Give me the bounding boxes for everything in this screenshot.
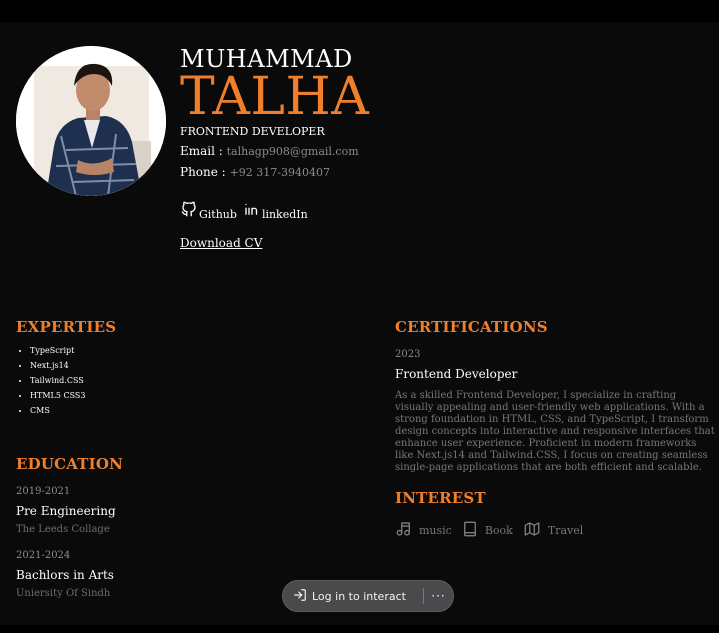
email-row: Email : talhagp908@gmail.com (180, 144, 359, 158)
login-icon (293, 588, 312, 605)
social-links: Github linkedIn (180, 200, 308, 221)
skills-list: TypeScript Next.js14 Tailwind.CSS HTML5 … (16, 345, 85, 420)
skill-item: Tailwind.CSS (30, 375, 85, 390)
education-degree: Pre Engineering (16, 504, 116, 518)
interest-label: Book (484, 524, 513, 537)
education-school: Uniersity Of Sindh (16, 588, 111, 599)
github-icon (180, 200, 199, 221)
book-icon (461, 520, 485, 541)
skill-item: CMS (30, 405, 85, 420)
phone-row: Phone : +92 317-3940407 (180, 165, 330, 179)
education-years: 2019-2021 (16, 486, 71, 497)
last-name: TALHA (180, 67, 370, 127)
skill-item: Next.js14 (30, 360, 85, 375)
interest-heading: INTEREST (395, 489, 486, 507)
certification-description: As a skilled Frontend Developer, I speci… (395, 390, 715, 473)
interest-label: music (419, 524, 452, 537)
phone-label: Phone : (180, 165, 230, 179)
interest-item-music: music (395, 520, 452, 541)
music-icon (395, 520, 419, 541)
skill-item: TypeScript (30, 345, 85, 360)
email-value[interactable]: talhagp908@gmail.com (227, 145, 359, 158)
phone-value: +92 317-3940407 (229, 166, 330, 179)
profile-photo (16, 46, 166, 196)
education-school: The Leeds Collage (16, 524, 110, 535)
resume-page: MUHAMMAD TALHA FRONTEND DEVELOPER Email … (0, 0, 719, 633)
education-heading: EDUCATION (16, 455, 124, 473)
expertise-heading: EXPERTIES (16, 318, 117, 336)
interest-item-book: Book (461, 520, 513, 541)
login-overlay-pill: Log in to interact ··· (282, 580, 454, 612)
linkedin-icon (243, 200, 262, 221)
map-icon (522, 520, 548, 541)
education-years: 2021-2024 (16, 550, 71, 561)
interest-list: music Book Travel (395, 520, 592, 541)
certification-name: Frontend Developer (395, 367, 518, 381)
certifications-heading: CERTIFICATIONS (395, 318, 548, 336)
skill-item: HTML5 CSS3 (30, 390, 85, 405)
email-label: Email : (180, 144, 227, 158)
linkedin-label: linkedIn (261, 208, 308, 221)
login-label: Log in to interact (312, 589, 406, 603)
interest-label: Travel (547, 524, 584, 537)
education-degree: Bachlors in Arts (16, 568, 114, 582)
top-bar (0, 0, 719, 22)
github-label: Github (199, 208, 237, 221)
download-cv-link[interactable]: Download CV (180, 236, 262, 250)
certification-year: 2023 (395, 349, 421, 360)
github-link[interactable]: Github (180, 200, 237, 221)
login-button[interactable]: Log in to interact (283, 581, 423, 611)
linkedin-link[interactable]: linkedIn (243, 200, 308, 221)
job-title: FRONTEND DEVELOPER (180, 125, 325, 138)
interest-item-travel: Travel (522, 520, 583, 541)
more-options-button[interactable]: ··· (424, 589, 453, 603)
